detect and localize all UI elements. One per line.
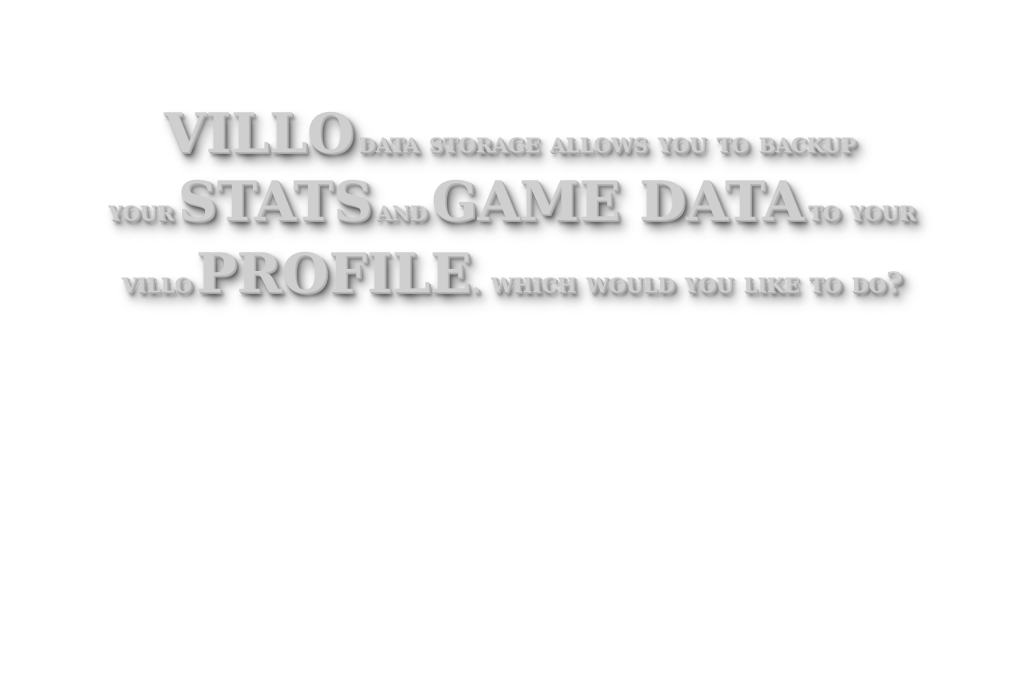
message-text: YOUR [108, 194, 174, 227]
message-text: DATA STORAGE ALLOWS YOU TO BACKUP [358, 126, 857, 159]
message-text: VILLO [121, 266, 192, 299]
message-line-1: VILLO DATA STORAGE ALLOWS YOU TO BACKUP [0, 106, 1024, 174]
message-line-3: VILLOPROFILE. WHICH WOULD YOU LIKE TO DO… [0, 246, 1024, 318]
villo-word: VILLO [163, 101, 355, 165]
storage-prompt-message: VILLO DATA STORAGE ALLOWS YOU TO BACKUP Y… [0, 106, 1024, 318]
game-screen: VILLO DATA STORAGE ALLOWS YOU TO BACKUP Y… [0, 0, 1024, 684]
message-text: AND [376, 194, 428, 227]
profile-word: PROFILE [196, 241, 472, 305]
game-data-word: GAME DATA [431, 169, 805, 233]
stats-word: STATS [177, 169, 373, 233]
message-text: . WHICH WOULD YOU LIKE TO DO? [471, 266, 903, 299]
message-line-2: YOURSTATS ANDGAME DATA TO YOUR [0, 174, 1024, 246]
message-text: TO YOUR [808, 194, 916, 227]
